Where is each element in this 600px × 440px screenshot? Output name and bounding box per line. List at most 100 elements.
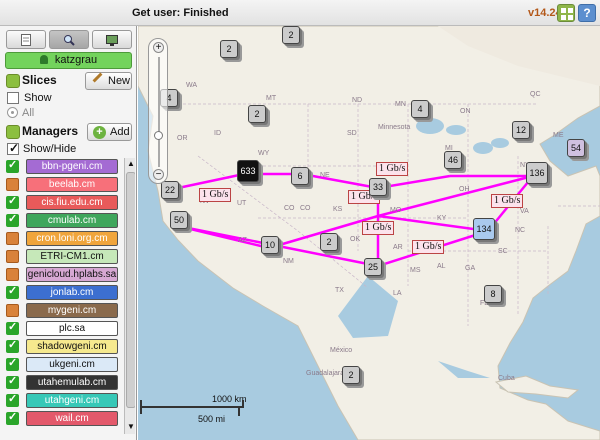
map-place-label: Cuba [498, 375, 515, 382]
manager-name[interactable]: utahgeni.cm [26, 393, 118, 408]
manager-row[interactable]: jonlab.cm [4, 284, 120, 301]
check-icon[interactable] [6, 392, 19, 407]
pending-icon[interactable] [6, 250, 19, 263]
manager-row[interactable]: bbn-pgeni.cm [4, 158, 120, 175]
check-icon[interactable] [6, 212, 19, 227]
manager-name[interactable]: genicloud.hplabs.sa [26, 267, 118, 282]
node-cluster-marker[interactable]: 2 [320, 233, 338, 251]
new-slice-button[interactable]: New [85, 72, 132, 90]
manager-name[interactable]: cron.loni.org.cm [26, 231, 118, 246]
map-place-label: KY [437, 215, 447, 222]
zoom-in-icon[interactable]: + [153, 42, 164, 53]
manager-name[interactable]: utahemulab.cm [26, 375, 118, 390]
managers-showhide-label: Show/Hide [23, 143, 77, 155]
map-place-label: ND [352, 97, 363, 104]
add-manager-button[interactable]: + Add [87, 123, 132, 141]
link-bandwidth-label[interactable]: 1 Gb/s [199, 188, 232, 202]
manager-name[interactable]: plc.sa [26, 321, 118, 336]
pending-icon[interactable] [6, 268, 19, 281]
scroll-thumb[interactable] [126, 172, 135, 408]
slices-show-checkbox[interactable] [7, 92, 19, 104]
manager-name[interactable]: beelab.cm [26, 177, 118, 192]
check-icon[interactable] [6, 410, 19, 425]
manager-name[interactable]: ETRI-CM1.cm [26, 249, 118, 264]
manager-row[interactable]: mygeni.cm [4, 302, 120, 319]
manager-row[interactable]: beelab.cm [4, 176, 120, 193]
tab-search[interactable] [49, 30, 89, 49]
node-cluster-marker[interactable]: 134 [473, 218, 495, 240]
link-bandwidth-label[interactable]: 1 Gb/s [362, 221, 395, 235]
node-cluster-marker[interactable]: 4 [411, 100, 429, 118]
node-cluster-marker[interactable]: 22 [161, 181, 179, 199]
node-cluster-marker[interactable]: 12 [512, 121, 530, 139]
manager-row[interactable]: cmulab.cm [4, 212, 120, 229]
pending-icon[interactable] [6, 232, 19, 245]
zoom-handle[interactable] [154, 131, 163, 140]
help-icon[interactable]: ? [578, 4, 596, 22]
pending-icon[interactable] [6, 178, 19, 191]
map-place-label: NC [515, 227, 526, 234]
tab-document[interactable] [6, 30, 46, 49]
check-icon[interactable] [6, 356, 19, 371]
node-cluster-marker[interactable]: 2 [282, 26, 300, 44]
manager-name[interactable]: ukgeni.cm [26, 357, 118, 372]
document-icon [21, 34, 31, 46]
link-bandwidth-label[interactable]: 1 Gb/s [412, 240, 445, 254]
manager-row[interactable]: cron.loni.org.cm [4, 230, 120, 247]
node-cluster-marker[interactable]: 8 [484, 285, 502, 303]
zoom-slider[interactable]: + − [148, 38, 168, 184]
node-cluster-marker[interactable]: 633 [237, 160, 259, 182]
check-icon[interactable] [6, 338, 19, 353]
link-bandwidth-label[interactable]: 1 Gb/s [376, 162, 409, 176]
manager-name[interactable]: cis.fiu.edu.cm [26, 195, 118, 210]
node-cluster-marker[interactable]: 6 [291, 167, 309, 185]
manager-row[interactable]: utahemulab.cm [4, 374, 120, 391]
check-icon[interactable] [6, 320, 19, 335]
slices-all-radio[interactable] [7, 107, 18, 118]
manager-row[interactable]: ETRI-CM1.cm [4, 248, 120, 265]
managers-showhide-checkbox[interactable] [7, 141, 19, 155]
sidebar: katzgrau Slices New Show All Managers + … [0, 26, 137, 440]
manager-row[interactable]: utahgeni.cm [4, 392, 120, 409]
node-cluster-marker[interactable]: 2 [342, 366, 360, 384]
node-cluster-marker[interactable]: 54 [567, 139, 585, 157]
grid-icon[interactable] [557, 4, 575, 22]
manager-name[interactable]: wail.cm [26, 411, 118, 426]
node-cluster-marker[interactable]: 46 [444, 151, 462, 169]
manager-name[interactable]: shadowgeni.cm [26, 339, 118, 354]
list-scrollbar[interactable]: ▲ ▼ [124, 158, 135, 434]
manager-name[interactable]: mygeni.cm [26, 303, 118, 318]
map-place-label: MS [410, 267, 421, 274]
node-cluster-marker[interactable]: 33 [369, 178, 387, 196]
manager-row[interactable]: shadowgeni.cm [4, 338, 120, 355]
node-cluster-marker[interactable]: 10 [261, 236, 279, 254]
map-place-label: CO [284, 205, 295, 212]
check-icon[interactable] [6, 158, 19, 173]
manager-row[interactable]: ukgeni.cm [4, 356, 120, 373]
check-icon[interactable] [6, 284, 19, 299]
user-button[interactable]: katzgrau [5, 52, 132, 69]
manager-row[interactable]: genicloud.hplabs.sa [4, 266, 120, 283]
manager-name[interactable]: jonlab.cm [26, 285, 118, 300]
manager-name[interactable]: bbn-pgeni.cm [26, 159, 118, 174]
scroll-up-icon[interactable]: ▲ [126, 159, 135, 169]
manager-row[interactable]: wail.cm [4, 410, 120, 427]
link-bandwidth-label[interactable]: 1 Gb/s [491, 194, 524, 208]
check-icon[interactable] [6, 374, 19, 389]
pending-icon[interactable] [6, 304, 19, 317]
zoom-out-icon[interactable]: − [153, 169, 164, 180]
map-view[interactable]: MTNDMNWAORIDWYSDMinnesotaNVUTCONEKSMOAZN… [138, 26, 600, 440]
node-cluster-marker[interactable]: 2 [248, 105, 266, 123]
scroll-down-icon[interactable]: ▼ [126, 422, 135, 432]
map-place-label: AZ [238, 237, 247, 244]
check-icon[interactable] [6, 194, 19, 209]
node-cluster-marker[interactable]: 136 [526, 162, 548, 184]
manager-row[interactable]: cis.fiu.edu.cm [4, 194, 120, 211]
tab-monitor[interactable] [92, 30, 132, 49]
username: katzgrau [54, 54, 98, 66]
node-cluster-marker[interactable]: 2 [220, 40, 238, 58]
node-cluster-marker[interactable]: 50 [170, 211, 188, 229]
node-cluster-marker[interactable]: 25 [364, 258, 382, 276]
manager-row[interactable]: plc.sa [4, 320, 120, 337]
manager-name[interactable]: cmulab.cm [26, 213, 118, 228]
